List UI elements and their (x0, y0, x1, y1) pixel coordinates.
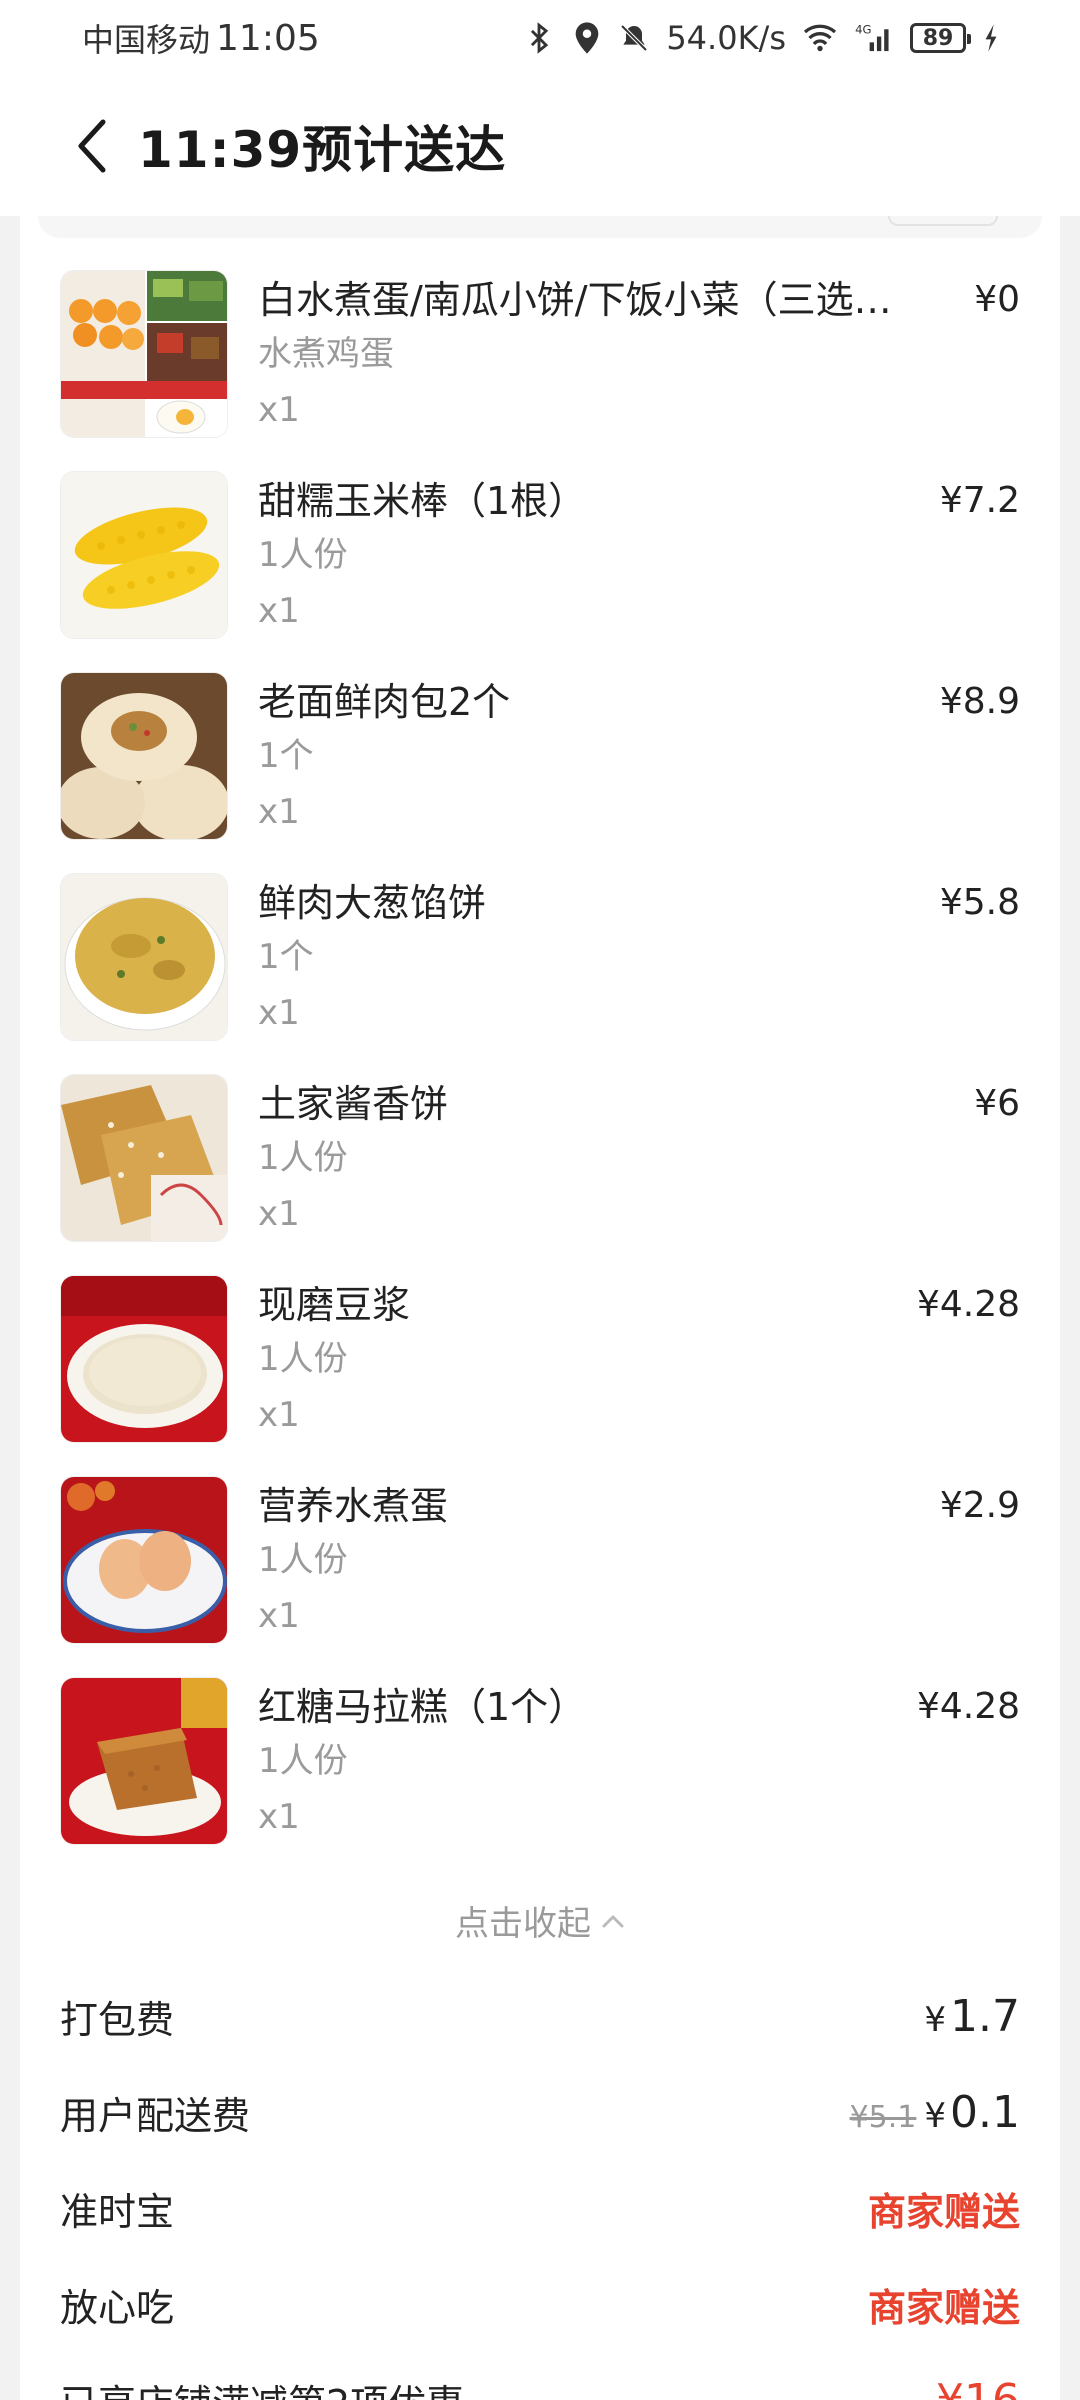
item-spec: 1人份 (258, 1741, 348, 1781)
list-item[interactable]: 土家酱香饼 ¥6 1人份 x1 (20, 1074, 1060, 1275)
discount-amount: -¥16 (920, 2374, 1020, 2400)
item-quantity: x1 (258, 792, 300, 832)
item-thumbnail (60, 1275, 228, 1443)
network-speed: 54.0K/s (666, 19, 786, 57)
svg-text:4G: 4G (855, 23, 871, 37)
item-spec: 水煮鸡蛋 (258, 334, 394, 374)
item-quantity: x1 (258, 993, 300, 1033)
original-delivery-fee: ¥5.1 (849, 2099, 917, 2135)
delivery-fee-amount: ¥0.1 (924, 2086, 1020, 2138)
list-item[interactable]: 鲜肉大葱馅饼 ¥5.8 1个 x1 (20, 873, 1060, 1074)
carrier-label: 中国移动 (82, 21, 211, 59)
fee-value: 商家赠送 (868, 2277, 1020, 2332)
item-thumbnail (60, 1074, 228, 1242)
packing-fee-amount: ¥1.7 (924, 1990, 1020, 2042)
bluetooth-icon (522, 21, 556, 55)
item-thumbnail (60, 873, 228, 1041)
item-thumbnail (60, 1677, 228, 1845)
merchant-gift-badge: 商家赠送 (867, 2285, 1020, 2330)
back-button[interactable] (48, 101, 138, 191)
item-name: 土家酱香饼 (258, 1082, 449, 1126)
location-icon (572, 21, 602, 55)
fee-label: 已享店铺满减第2项优惠 (60, 2373, 464, 2400)
collapse-label: 点击收起 (455, 1904, 591, 1944)
fee-value: 商家赠送 (868, 2181, 1020, 2236)
page-header: 11:39预计送达 (0, 76, 1080, 216)
item-spec: 1个 (258, 736, 314, 776)
clock: 11:05 (216, 17, 320, 59)
merchant-gift-badge: 商家赠送 (867, 2189, 1020, 2234)
item-thumbnail (60, 1476, 228, 1644)
item-price: ¥8.9 (939, 681, 1020, 722)
list-item[interactable]: 白水煮蛋/南瓜小饼/下饭小菜（三选… ¥0 水煮鸡蛋 x1 (20, 270, 1060, 471)
item-price: ¥6 (974, 1083, 1020, 1124)
list-item[interactable]: 现磨豆浆 ¥4.28 1人份 x1 (20, 1275, 1060, 1476)
fee-summary: 打包费 ¥1.7 用户配送费 ¥5.1 ¥0.1 准时宝 商家赠送 放心吃 商家… (20, 1968, 1060, 2400)
fee-label: 打包费 (60, 1997, 175, 2042)
battery-indicator: 89 (910, 23, 971, 53)
store-discount-row: 已享店铺满减第2项优惠 -¥16 (20, 2352, 1060, 2400)
item-price: ¥4.28 (916, 1686, 1020, 1727)
fee-value: ¥5.1 ¥0.1 (850, 2087, 1020, 2138)
safe-eat-row[interactable]: 放心吃 商家赠送 (20, 2256, 1060, 2352)
signal-icon: 4G (854, 22, 894, 54)
item-name: 白水煮蛋/南瓜小饼/下饭小菜（三选… (258, 278, 892, 322)
mute-bell-icon (618, 21, 650, 55)
collapse-button[interactable]: 点击收起 (20, 1896, 1060, 1945)
list-item[interactable]: 甜糯玉米棒（1根） ¥7.2 1人份 x1 (20, 471, 1060, 672)
list-item[interactable]: 红糖马拉糕（1个） ¥4.28 1人份 x1 (20, 1677, 1060, 1878)
chevron-up-icon (602, 1915, 624, 1927)
item-name: 红糖马拉糕（1个） (258, 1685, 587, 1729)
item-thumbnail (60, 270, 228, 438)
item-price: ¥2.9 (939, 1485, 1020, 1526)
packing-fee-row: 打包费 ¥1.7 (20, 1968, 1060, 2064)
wifi-icon (802, 23, 838, 53)
chevron-left-icon (78, 119, 106, 173)
item-name: 鲜肉大葱馅饼 (258, 881, 487, 925)
item-quantity: x1 (258, 591, 300, 631)
item-quantity: x1 (258, 390, 300, 430)
item-spec: 1人份 (258, 535, 348, 575)
item-name: 甜糯玉米棒（1根） (258, 479, 587, 523)
list-item[interactable]: 老面鲜肉包2个 ¥8.9 1个 x1 (20, 672, 1060, 873)
item-thumbnail (60, 672, 228, 840)
delivery-fee-row: 用户配送费 ¥5.1 ¥0.1 (20, 2064, 1060, 2160)
status-right: 54.0K/s 4G 89 (522, 19, 1000, 57)
item-spec: 1个 (258, 937, 314, 977)
item-name: 营养水煮蛋 (258, 1484, 449, 1528)
ontime-guarantee-row[interactable]: 准时宝 商家赠送 (20, 2160, 1060, 2256)
fee-label: 放心吃 (60, 2285, 175, 2330)
item-thumbnail (60, 471, 228, 639)
item-name: 现磨豆浆 (258, 1283, 411, 1327)
fee-value: -¥16 (920, 2375, 1020, 2400)
item-price: ¥5.8 (939, 882, 1020, 923)
fee-value: ¥1.7 (924, 1991, 1020, 2042)
item-quantity: x1 (258, 1194, 300, 1234)
item-quantity: x1 (258, 1395, 300, 1435)
status-left: 中国移动 11:05 (82, 15, 320, 61)
list-item[interactable]: 营养水煮蛋 ¥2.9 1人份 x1 (20, 1476, 1060, 1677)
card-top-pill (888, 216, 998, 226)
item-quantity: x1 (258, 1596, 300, 1636)
page-title: 11:39预计送达 (138, 121, 507, 179)
status-bar: 中国移动 11:05 54.0K/s 4G 89 (0, 0, 1080, 76)
fee-label: 用户配送费 (60, 2093, 251, 2138)
item-price: ¥0 (974, 279, 1020, 320)
item-quantity: x1 (258, 1797, 300, 1837)
fee-label: 准时宝 (60, 2189, 175, 2234)
order-items-list: 白水煮蛋/南瓜小饼/下饭小菜（三选… ¥0 水煮鸡蛋 x1 甜糯玉米棒（1根） … (20, 270, 1060, 1878)
item-name: 老面鲜肉包2个 (258, 680, 511, 724)
order-card: 白水煮蛋/南瓜小饼/下饭小菜（三选… ¥0 水煮鸡蛋 x1 甜糯玉米棒（1根） … (20, 216, 1060, 2400)
item-price: ¥4.28 (916, 1284, 1020, 1325)
item-spec: 1人份 (258, 1138, 348, 1178)
item-spec: 1人份 (258, 1540, 348, 1580)
item-spec: 1人份 (258, 1339, 348, 1379)
charging-icon (982, 23, 1000, 53)
item-price: ¥7.2 (939, 480, 1020, 521)
